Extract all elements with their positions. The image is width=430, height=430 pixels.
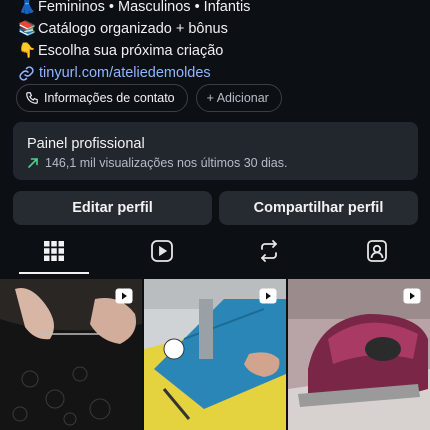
books-icon: 📚 bbox=[18, 21, 37, 37]
post-thumbnail[interactable] bbox=[0, 279, 142, 430]
bio-link-text[interactable]: tinyurl.com/ateliedemoldes bbox=[39, 62, 211, 84]
dress-icon: 👗 bbox=[18, 0, 37, 15]
bio-line: 👗 Femininos • Masculinos • Infantis bbox=[18, 0, 250, 18]
contact-info-label: Informações de contato bbox=[44, 91, 175, 105]
post-thumbnail[interactable] bbox=[288, 279, 430, 430]
bio-link[interactable]: tinyurl.com/ateliedemoldes bbox=[18, 62, 250, 84]
add-label: + Adicionar bbox=[206, 91, 269, 105]
dashboard-stat-text: 146,1 mil visualizações nos últimos 30 d… bbox=[45, 156, 288, 170]
tab-reels[interactable] bbox=[108, 229, 216, 273]
contact-info-button[interactable]: Informações de contato bbox=[16, 84, 188, 112]
add-button[interactable]: + Adicionar bbox=[195, 84, 282, 112]
share-profile-button[interactable]: Compartilhar perfil bbox=[219, 191, 418, 225]
tab-posts[interactable] bbox=[0, 229, 108, 273]
edit-profile-button[interactable]: Editar perfil bbox=[13, 191, 212, 225]
post-thumbnail[interactable] bbox=[144, 279, 286, 430]
tab-tagged[interactable] bbox=[323, 229, 430, 273]
bio-text: Catálogo organizado + bônus bbox=[38, 21, 228, 37]
reel-icon bbox=[115, 288, 133, 304]
reels-icon bbox=[151, 240, 173, 262]
profile-actions: Editar perfil Compartilhar perfil bbox=[13, 191, 418, 225]
trending-up-icon bbox=[28, 158, 38, 168]
bio-line: 📚 Catálogo organizado + bônus bbox=[18, 18, 250, 40]
bio-text: Femininos • Masculinos • Infantis bbox=[38, 0, 251, 15]
profile-chips: Informações de contato + Adicionar bbox=[16, 84, 282, 112]
posts-grid bbox=[0, 279, 430, 430]
profile-bio: 👗 Femininos • Masculinos • Infantis 📚 Catá… bbox=[18, 0, 250, 84]
grid-icon bbox=[44, 241, 64, 261]
reel-icon bbox=[259, 288, 277, 304]
active-tab-indicator bbox=[19, 272, 89, 274]
bio-text: Escolha sua próxima criação bbox=[38, 43, 224, 59]
dashboard-title: Painel profissional bbox=[27, 136, 145, 152]
tab-reposts[interactable] bbox=[215, 229, 323, 273]
pointing-down-icon: 👇 bbox=[18, 43, 37, 59]
reel-icon bbox=[403, 288, 421, 304]
bio-line: 👇 Escolha sua próxima criação bbox=[18, 40, 250, 62]
professional-dashboard[interactable]: Painel profissional 146,1 mil visualizaç… bbox=[13, 122, 418, 180]
profile-tabs bbox=[0, 229, 430, 275]
phone-icon bbox=[26, 92, 38, 104]
link-icon bbox=[19, 65, 34, 81]
repost-icon bbox=[261, 240, 277, 262]
tagged-user-icon bbox=[367, 240, 387, 262]
dashboard-stat: 146,1 mil visualizações nos últimos 30 d… bbox=[27, 156, 287, 170]
